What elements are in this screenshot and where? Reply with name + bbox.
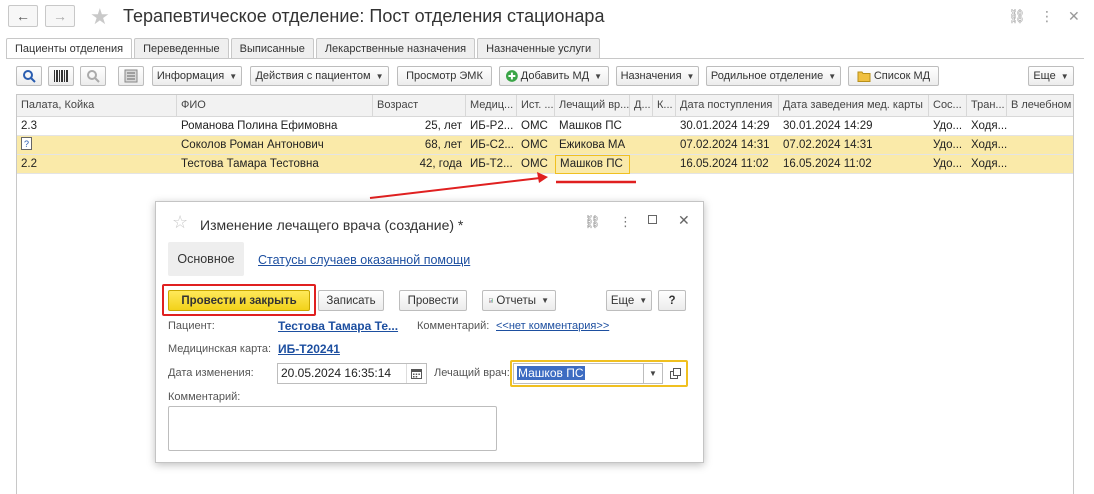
comment-field-label: Комментарий:	[168, 391, 241, 403]
save-button[interactable]: Записать	[318, 290, 384, 311]
annotation-arrowhead	[537, 172, 548, 183]
change-doctor-dialog: ☆ Изменение лечащего врача (создание) * …	[155, 201, 704, 463]
help-button[interactable]: ?	[658, 290, 686, 311]
chevron-down-icon: ▼	[541, 296, 549, 305]
comment-link[interactable]: <<нет комментария>>	[496, 320, 609, 332]
maximize-icon[interactable]	[648, 215, 657, 224]
more-label: Еще	[610, 294, 635, 307]
favorite-star-icon[interactable]: ☆	[172, 212, 188, 233]
medical-card-link[interactable]: ИБ-Т20241	[278, 342, 340, 356]
doctor-dropdown-button[interactable]: ▼	[644, 363, 663, 384]
doctor-label: Лечащий врач:	[434, 367, 510, 379]
dialog-title: Изменение лечащего врача (создание) *	[200, 217, 464, 233]
reports-label: Отчеты	[496, 294, 537, 307]
doctor-open-button[interactable]	[666, 363, 684, 384]
annotation-arrow-line	[369, 177, 541, 199]
patient-link[interactable]: Тестова Тамара Те...	[278, 319, 398, 333]
reports-button[interactable]: Отчеты ▼	[482, 290, 556, 311]
doctor-field[interactable]: Машков ПС	[513, 363, 644, 384]
change-date-field[interactable]: 20.05.2024 16:35:14	[277, 363, 427, 384]
comment-textarea[interactable]	[168, 406, 497, 451]
chevron-down-icon: ▼	[639, 296, 648, 305]
patient-label: Пациент:	[168, 320, 215, 332]
more-icon[interactable]: ⋮	[619, 214, 632, 230]
comment-label: Комментарий:	[417, 320, 490, 332]
tab-statuses-link[interactable]: Статусы случаев оказанной помощи	[258, 253, 470, 267]
open-window-icon	[669, 368, 681, 379]
doctor-field-value: Машков ПС	[517, 366, 585, 380]
change-date-label: Дата изменения:	[168, 367, 254, 379]
close-icon[interactable]: ✕	[678, 212, 690, 229]
post-and-close-button[interactable]: Провести и закрыть	[168, 290, 310, 311]
tab-main[interactable]: Основное	[168, 242, 244, 276]
more-button[interactable]: Еще ▼	[606, 290, 652, 311]
medical-card-label: Медицинская карта:	[168, 343, 272, 355]
chevron-down-icon: ▼	[649, 369, 657, 378]
calendar-icon	[411, 369, 422, 379]
calendar-button[interactable]	[406, 364, 426, 383]
link-icon[interactable]: ⛓	[584, 214, 601, 230]
report-icon	[489, 298, 494, 303]
post-button[interactable]: Провести	[399, 290, 467, 311]
